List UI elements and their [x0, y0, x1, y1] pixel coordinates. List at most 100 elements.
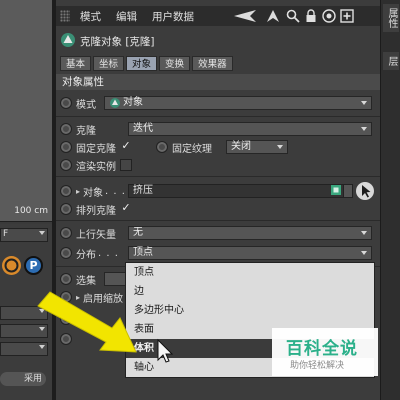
chevron-down-icon [361, 127, 367, 131]
tab-basic[interactable]: 基本 [60, 56, 92, 71]
distribution-row: 分布 . . . [60, 244, 119, 262]
menu-user-data[interactable]: 用户数据 [152, 9, 194, 24]
link-options-button[interactable] [343, 184, 353, 198]
selection-field[interactable] [104, 272, 126, 286]
clones-radio[interactable] [60, 123, 72, 135]
menu-bar: 模式 编辑 用户数据 [56, 6, 380, 26]
distribution-dropdown[interactable]: 顶点 [128, 246, 372, 260]
divider-line [56, 116, 380, 117]
tab-object[interactable]: 对象 [126, 56, 158, 71]
left-field-1[interactable] [0, 306, 48, 320]
link-buttons [330, 182, 374, 200]
up-vector-dropdown[interactable]: 无 [128, 226, 372, 240]
fixed-clone-checkbox[interactable]: ✓ [120, 140, 132, 153]
side-tab-layers[interactable]: 层 [383, 52, 399, 70]
left-field-2[interactable] [0, 324, 48, 338]
tab-coordinates[interactable]: 坐标 [93, 56, 125, 71]
mode-dropdown[interactable]: 对象 [104, 96, 372, 110]
new-window-icon[interactable] [340, 9, 354, 26]
mode-row: 模式 [60, 94, 96, 112]
p-button[interactable]: P [24, 256, 43, 275]
menu-edit[interactable]: 编辑 [116, 9, 137, 24]
section-header: 对象属性 [56, 74, 380, 90]
option-polygon-center[interactable]: 多边形中心 [126, 301, 374, 320]
fixed-texture-dropdown[interactable]: 关闭 [226, 140, 288, 154]
clones-label: 克隆 [76, 125, 96, 137]
search-icon[interactable] [286, 9, 300, 26]
arrange-clones-row: 排列克隆 ✓ [60, 200, 132, 218]
watermark-subtitle: 助你轻松解决 [290, 361, 345, 371]
render-instances-radio[interactable] [60, 159, 72, 171]
right-side-tabs: 属性 层 [380, 0, 400, 400]
mode-radio[interactable] [60, 97, 72, 109]
extra-row-2 [60, 330, 76, 348]
chevron-down-icon [39, 231, 45, 235]
object-link-value: 挤压 [133, 185, 153, 196]
object-link-field[interactable]: 挤压 [128, 184, 344, 198]
arrange-clones-checkbox[interactable]: ✓ [120, 202, 132, 215]
tab-bar: 基本 坐标 对象 变换 效果器 [60, 56, 235, 71]
fixed-texture-label: 固定纹理 [172, 143, 212, 155]
extra-radio-1[interactable] [60, 313, 72, 325]
left-dropdown-label: F [3, 229, 9, 239]
chevron-down-icon [361, 231, 367, 235]
arrange-clones-radio[interactable] [60, 203, 72, 215]
left-pane: 100 cm F P 采用 [0, 0, 52, 400]
watermark-badge: 百科全说 助你轻松解决 [272, 328, 378, 376]
render-instances-row: 渲染实例 [60, 156, 132, 174]
distribution-dots: . . . [98, 247, 119, 259]
extrude-icon [330, 184, 342, 199]
expand-triangle-icon[interactable]: ▸ [76, 187, 80, 196]
pick-object-icon[interactable] [356, 182, 374, 200]
fixed-texture-row: 固定纹理 [156, 138, 212, 156]
enable-scale-label: 启用缩放 [83, 293, 124, 305]
up-vector-label: 上行矢量 [76, 229, 116, 241]
selection-row: 选集 [60, 270, 96, 288]
chevron-down-icon [361, 251, 367, 255]
left-dropdown[interactable]: F [0, 228, 48, 242]
grip-icon[interactable] [60, 10, 70, 22]
tab-effectors[interactable]: 效果器 [192, 56, 233, 71]
clones-value: 迭代 [133, 123, 153, 134]
extra-radio-2[interactable] [60, 333, 72, 345]
chevron-down-icon [39, 309, 45, 313]
distribution-value: 顶点 [133, 247, 153, 258]
up-arrow-icon[interactable] [266, 9, 280, 26]
object-link-label: 对象 [83, 187, 104, 199]
tab-transform[interactable]: 变换 [159, 56, 191, 71]
clones-row: 克隆 [60, 120, 96, 138]
distribution-label: 分布 [76, 249, 96, 261]
selection-radio[interactable] [60, 273, 72, 285]
option-edge[interactable]: 边 [126, 282, 374, 301]
viewport[interactable]: 100 cm [0, 0, 52, 222]
option-vertex[interactable]: 顶点 [126, 263, 374, 282]
back-arrow-icon[interactable] [232, 9, 258, 26]
fixed-texture-radio[interactable] [156, 141, 168, 153]
watermark-title: 百科全说 [286, 339, 358, 359]
render-instances-checkbox[interactable] [120, 159, 132, 171]
distribution-radio[interactable] [60, 247, 72, 259]
up-vector-radio[interactable] [60, 227, 72, 239]
apply-button[interactable]: 采用 [0, 372, 46, 386]
clones-dropdown[interactable]: 迭代 [128, 122, 372, 136]
fixed-clone-label: 固定克隆 [76, 143, 116, 155]
selection-label: 选集 [76, 275, 96, 287]
object-mode-icon [109, 97, 121, 113]
left-field-3[interactable] [0, 342, 48, 356]
mode-label: 模式 [76, 99, 96, 111]
object-title: 克隆对象 [克隆] [80, 35, 155, 48]
lock-icon[interactable] [305, 9, 317, 26]
enable-scale-radio[interactable] [60, 291, 72, 303]
target-icon[interactable] [322, 9, 336, 26]
object-link-row: ▸ 对象 . . . [60, 182, 126, 200]
rotate-icon[interactable] [2, 256, 21, 275]
expand-triangle-icon[interactable]: ▸ [76, 293, 80, 302]
menu-mode[interactable]: 模式 [80, 9, 101, 24]
fixed-clone-radio[interactable] [60, 141, 72, 153]
chevron-down-icon [277, 145, 283, 149]
fixed-texture-value: 关闭 [231, 141, 251, 152]
chevron-down-icon [361, 101, 367, 105]
enable-scale-row: ▸ 启用缩放 [60, 288, 123, 306]
side-tab-attributes[interactable]: 属性 [383, 4, 399, 32]
object-link-radio[interactable] [60, 185, 72, 197]
